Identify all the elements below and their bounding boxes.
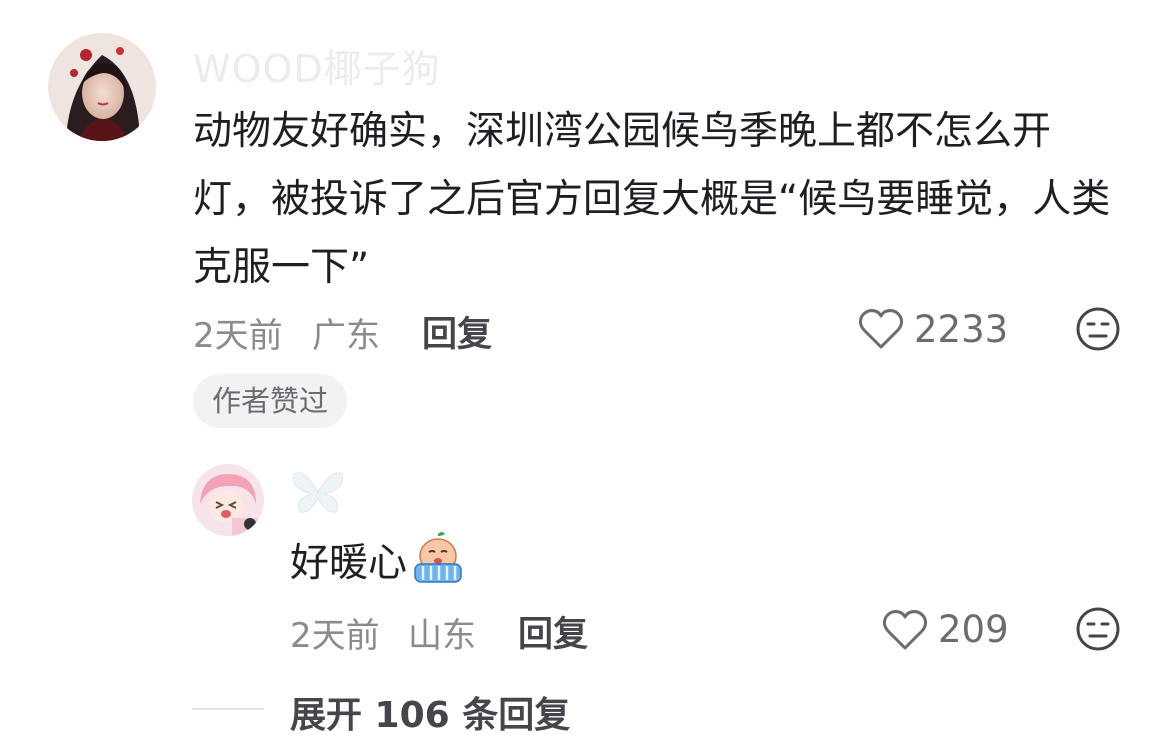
username[interactable]: WOOD椰子狗 — [193, 38, 441, 93]
avatar-reply[interactable] — [192, 464, 264, 536]
avatar-main[interactable] — [48, 33, 156, 141]
reply-username[interactable] — [290, 468, 346, 520]
like-button[interactable] — [858, 308, 904, 350]
neutral-face-icon — [1076, 607, 1120, 651]
reply-dislike-button[interactable] — [1075, 606, 1121, 652]
comment-text: 动物友好确实，深圳湾公园候鸟季晚上都不怎么开灯，被投诉了之后官方回复大概是“候鸟… — [193, 109, 1111, 290]
author-liked-badge: 作者赞过 — [193, 374, 348, 428]
reply-time: 2天前 — [290, 616, 380, 656]
neutral-face-icon — [1076, 307, 1120, 351]
comment-location: 广东 — [312, 316, 380, 356]
reply-text: 好暖心 — [290, 530, 467, 602]
heart-icon — [858, 309, 904, 349]
like-count: 2233 — [914, 308, 1009, 351]
crying-emoji-icon — [409, 530, 467, 602]
reply-reply-button[interactable]: 回复 — [518, 606, 588, 657]
heart-icon — [882, 610, 928, 650]
reply-like-button[interactable] — [882, 609, 928, 651]
reply-location: 山东 — [408, 616, 476, 656]
reply-button[interactable]: 回复 — [422, 306, 492, 357]
reply-text-content: 好暖心 — [290, 541, 408, 586]
reply-like-count: 209 — [938, 608, 1009, 651]
butterfly-icon — [292, 472, 344, 513]
dislike-button[interactable] — [1075, 306, 1121, 352]
expand-replies-button[interactable]: 展开 106 条回复 — [290, 686, 570, 738]
expand-divider — [192, 708, 264, 710]
comment-time: 2天前 — [193, 316, 283, 356]
